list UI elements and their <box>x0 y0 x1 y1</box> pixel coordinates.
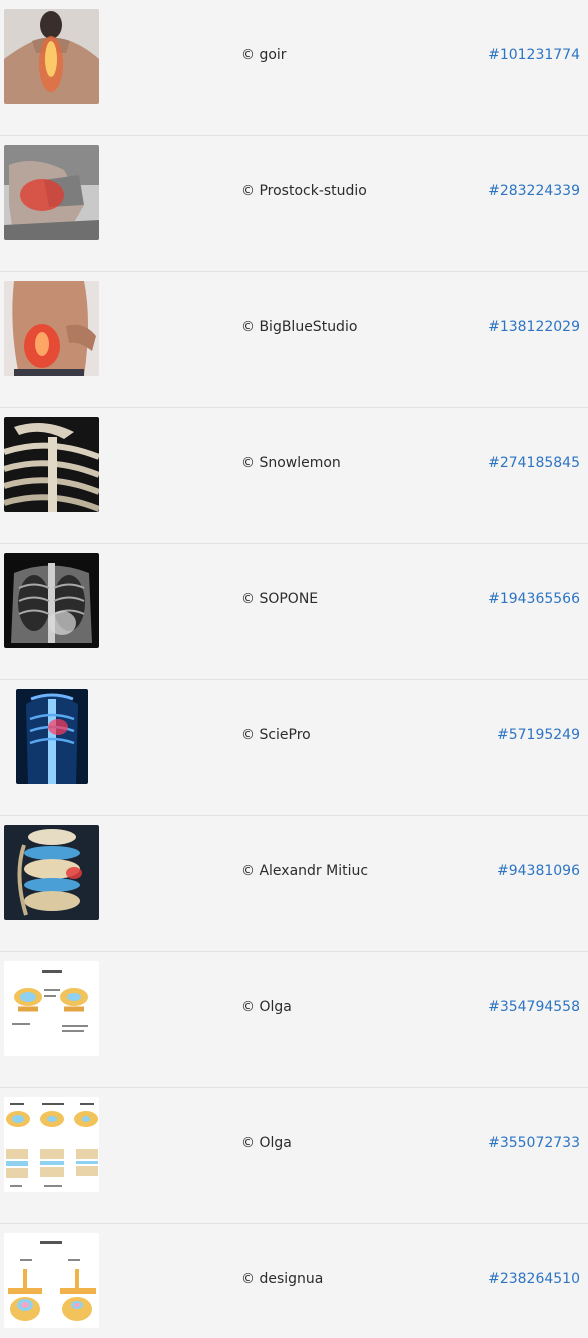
result-thumbnail[interactable] <box>4 145 99 240</box>
result-row[interactable]: © Snowlemon #274185845 <box>0 408 588 544</box>
asset-id-link[interactable]: #101231774 <box>488 47 580 63</box>
contributor-credit: © goir <box>241 47 287 63</box>
result-row[interactable]: © BigBlueStudio #138122029 <box>0 272 588 408</box>
asset-id-link[interactable]: #274185845 <box>488 455 580 471</box>
contributor-credit: © Prostock-studio <box>241 183 367 199</box>
result-row[interactable]: © goir #101231774 <box>0 0 588 136</box>
result-thumbnail[interactable] <box>4 961 99 1056</box>
contributor-credit: © SciePro <box>241 727 311 743</box>
result-row[interactable]: © SciePro #57195249 <box>0 680 588 816</box>
result-thumbnail[interactable] <box>4 825 99 920</box>
asset-id-link[interactable]: #57195249 <box>497 727 580 743</box>
asset-id-link[interactable]: #94381096 <box>497 863 580 879</box>
asset-id-link[interactable]: #283224339 <box>488 183 580 199</box>
result-thumbnail[interactable] <box>4 1097 99 1192</box>
result-thumbnail[interactable] <box>4 553 99 648</box>
result-row[interactable]: © Olga #354794558 <box>0 952 588 1088</box>
contributor-credit: © BigBlueStudio <box>241 319 358 335</box>
result-thumbnail[interactable] <box>4 1233 99 1328</box>
contributor-credit: © SOPONE <box>241 591 319 607</box>
result-thumbnail[interactable] <box>4 9 99 104</box>
result-thumbnail[interactable] <box>4 281 99 376</box>
contributor-credit: © Olga <box>241 999 292 1015</box>
result-row[interactable]: © SOPONE #194365566 <box>0 544 588 680</box>
asset-id-link[interactable]: #355072733 <box>488 1135 580 1151</box>
asset-id-link[interactable]: #238264510 <box>488 1271 580 1287</box>
result-row[interactable]: © Olga #355072733 <box>0 1088 588 1224</box>
contributor-credit: © Olga <box>241 1135 292 1151</box>
search-results-list: © goir #101231774 © Prostock-studio #283… <box>0 0 588 1338</box>
contributor-credit: © Alexandr Mitiuc <box>241 863 369 879</box>
asset-id-link[interactable]: #138122029 <box>488 319 580 335</box>
asset-id-link[interactable]: #194365566 <box>488 591 580 607</box>
contributor-credit: © designua <box>241 1271 324 1287</box>
result-row[interactable]: © designua #238264510 <box>0 1224 588 1338</box>
result-thumbnail[interactable] <box>4 417 99 512</box>
result-row[interactable]: © Alexandr Mitiuc #94381096 <box>0 816 588 952</box>
result-thumbnail[interactable] <box>16 689 88 784</box>
asset-id-link[interactable]: #354794558 <box>488 999 580 1015</box>
result-row[interactable]: © Prostock-studio #283224339 <box>0 136 588 272</box>
contributor-credit: © Snowlemon <box>241 455 341 471</box>
